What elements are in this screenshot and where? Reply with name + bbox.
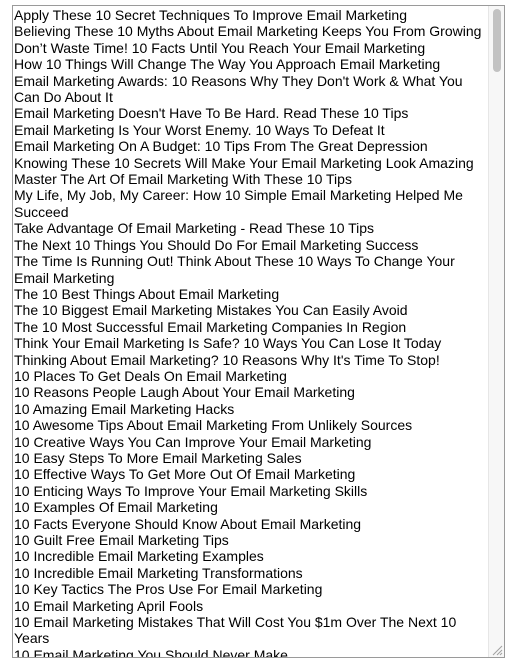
text-line: Apply These 10 Secret Techniques To Impr… (14, 7, 407, 23)
text-line: 10 Email Marketing April Fools (14, 597, 204, 614)
text-line: Email Marketing On A Budget: 10 Tips Fro… (14, 138, 428, 155)
text-line: 10 Places To Get Deals On Email Marketin… (14, 367, 287, 384)
text-line: How 10 Things Will Change The Way You Ap… (14, 56, 441, 73)
text-line: 10 Incredible Email Marketing Examples (14, 548, 264, 565)
text-line: The 10 Biggest Email Marketing Mistakes … (14, 302, 408, 319)
text-line: Email Marketing Awards: 10 Reasons Why T… (14, 72, 463, 106)
text-line: The Next 10 Things You Should Do For Ema… (14, 236, 419, 253)
text-line: Thinking About Email Marketing? 10 Reaso… (14, 351, 440, 368)
text-line: 10 Reasons People Laugh About Your Email… (14, 384, 355, 401)
text-line: Take Advantage Of Email Marketing - Read… (14, 220, 375, 237)
text-line: 10 Incredible Email Marketing Transforma… (14, 564, 303, 581)
text-line: 10 Email Marketing Mistakes That Will Co… (14, 614, 457, 647)
text-line: 10 Facts Everyone Should Know About Emai… (14, 515, 362, 532)
text-line: My Life, My Job, My Career: How 10 Simpl… (14, 187, 463, 220)
text-line: 10 Easy Steps To More Email Marketing Sa… (14, 449, 302, 466)
text-line: The 10 Best Things About Email Marketing (14, 285, 280, 302)
text-line: 10 Effective Ways To Get More Out Of Ema… (14, 466, 356, 483)
text-line: The Time Is Running Out! Think About The… (14, 253, 455, 286)
text-line: 10 Email Marketing You Should Never Make (14, 646, 288, 658)
text-line: Email Marketing Doesn't Have To Be Hard.… (14, 105, 409, 122)
text-line: 10 Guilt Free Email Marketing Tips (14, 532, 229, 548)
vertical-scrollbar[interactable] (488, 6, 504, 657)
text-line: Knowing These 10 Secrets Will Make Your … (14, 154, 474, 171)
text-line: Don’t Waste Time! 10 Facts Until You Rea… (14, 39, 426, 56)
text-line: 10 Examples Of Email Marketing (14, 499, 218, 516)
text-area-content[interactable]: Apply These 10 Secret Techniques To Impr… (14, 7, 482, 658)
scrollbar-thumb[interactable] (493, 9, 501, 72)
text-area[interactable]: Apply These 10 Secret Techniques To Impr… (12, 5, 505, 658)
text-line: Email Marketing Is Your Worst Enemy. 10 … (14, 121, 385, 138)
text-line: Think Your Email Marketing Is Safe? 10 W… (14, 335, 442, 352)
text-line: 10 Key Tactics The Pros Use For Email Ma… (14, 581, 323, 598)
text-line: Master The Art Of Email Marketing With T… (14, 171, 352, 188)
text-line: 10 Creative Ways You Can Improve Your Em… (14, 433, 372, 450)
text-line: The 10 Most Successful Email Marketing C… (14, 318, 407, 335)
text-line: 10 Enticing Ways To Improve Your Email M… (14, 482, 368, 499)
resize-grip-icon[interactable] (489, 642, 503, 656)
text-line: 10 Amazing Email Marketing Hacks (14, 400, 235, 417)
text-line: Believing These 10 Myths About Email Mar… (14, 23, 482, 40)
text-line: 10 Awesome Tips About Email Marketing Fr… (14, 417, 413, 434)
